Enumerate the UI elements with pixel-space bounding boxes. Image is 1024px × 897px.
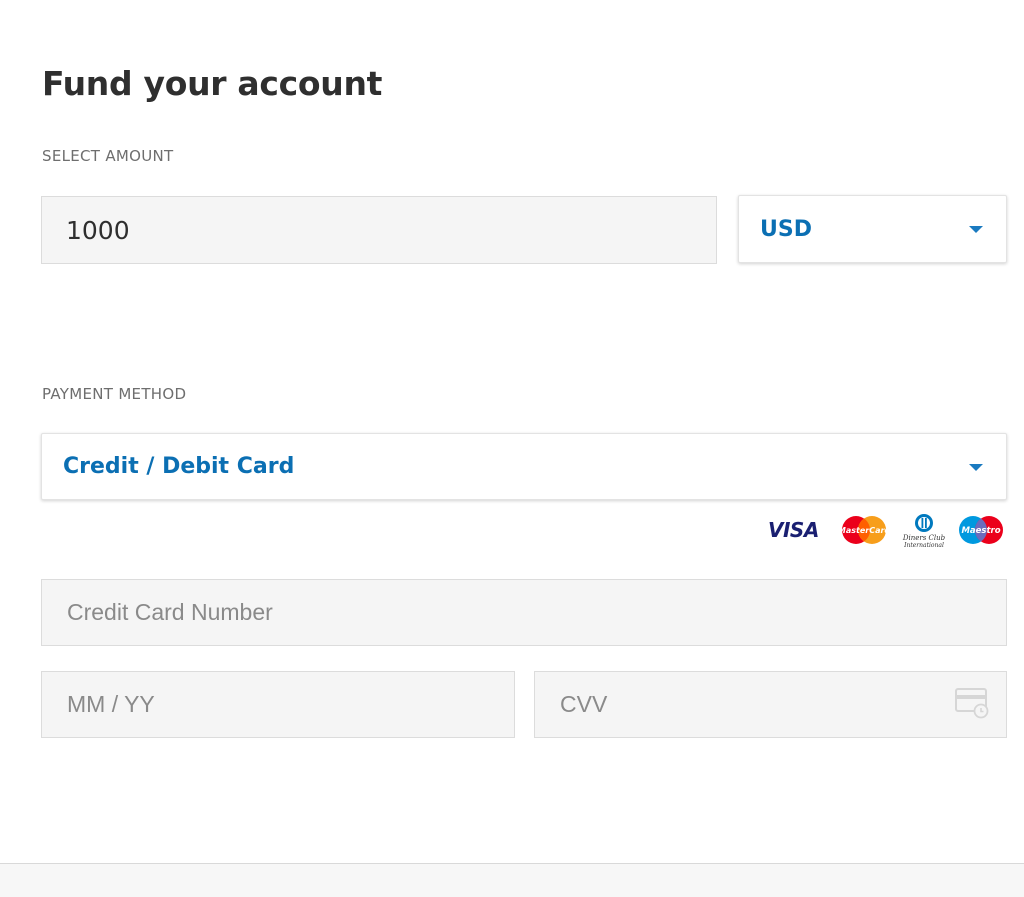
select-amount-label: SELECT AMOUNT: [42, 147, 174, 165]
expiry-input[interactable]: [41, 671, 515, 738]
svg-text:MasterCard: MasterCard: [840, 526, 888, 535]
mastercard-logo: MasterCard: [840, 516, 888, 544]
chevron-down-icon: [969, 226, 983, 233]
svg-text:Maestro: Maestro: [961, 526, 1000, 536]
footer-bar: [0, 863, 1024, 897]
maestro-logo: Maestro: [959, 516, 1003, 544]
svg-text:International: International: [903, 542, 944, 549]
currency-value: USD: [760, 216, 812, 242]
card-number-input[interactable]: [41, 579, 1007, 646]
card-brand-logos: VISA MasterCard Diners Club Internationa…: [760, 513, 1010, 549]
payment-method-select[interactable]: Credit / Debit Card: [41, 433, 1007, 500]
payment-method-value: Credit / Debit Card: [63, 454, 295, 479]
amount-input[interactable]: [41, 196, 717, 264]
svg-text:Diners Club: Diners Club: [902, 534, 946, 542]
currency-select[interactable]: USD: [738, 195, 1007, 263]
diners-club-logo: Diners Club International: [902, 514, 946, 549]
payment-method-label: PAYMENT METHOD: [42, 385, 187, 403]
fund-account-page: Fund your account SELECT AMOUNT USD PAYM…: [0, 0, 1024, 897]
page-title: Fund your account: [42, 64, 383, 103]
chevron-down-icon: [969, 463, 983, 471]
card-cvv-icon: [955, 688, 989, 719]
visa-logo: VISA: [768, 518, 819, 542]
cvv-input[interactable]: [534, 671, 1007, 738]
